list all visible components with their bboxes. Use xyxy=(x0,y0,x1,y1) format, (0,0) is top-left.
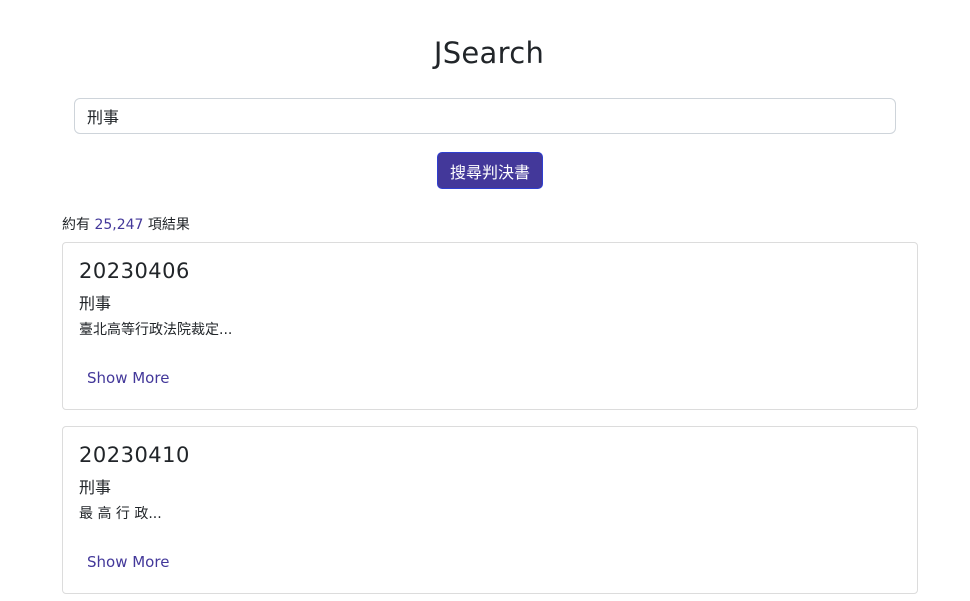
result-category: 刑事 xyxy=(79,294,112,313)
result-date: 20230406 xyxy=(79,259,190,283)
search-judgments-button[interactable]: 搜尋判決書 xyxy=(437,152,543,189)
result-count-prefix: 約有 xyxy=(62,217,90,233)
result-card: 20230410 刑事 最 高 行 政... Show More xyxy=(62,426,918,594)
result-card: 20230406 刑事 臺北高等行政法院裁定... Show More xyxy=(62,242,918,410)
result-date: 20230410 xyxy=(79,443,190,467)
result-count: 約有 25,247 項結果 xyxy=(62,214,190,234)
show-more-link[interactable]: Show More xyxy=(87,553,169,571)
search-page: JSearch 搜尋判決書 約有 25,247 項結果 20230406 刑事 … xyxy=(0,0,970,601)
app-title: JSearch xyxy=(433,36,545,70)
search-input[interactable] xyxy=(74,98,896,134)
result-count-number: 25,247 xyxy=(94,217,144,233)
result-category: 刑事 xyxy=(79,478,112,497)
show-more-link[interactable]: Show More xyxy=(87,369,169,387)
result-snippet: 最 高 行 政... xyxy=(79,506,162,522)
result-count-suffix: 項結果 xyxy=(147,217,190,233)
result-snippet: 臺北高等行政法院裁定... xyxy=(79,322,233,338)
